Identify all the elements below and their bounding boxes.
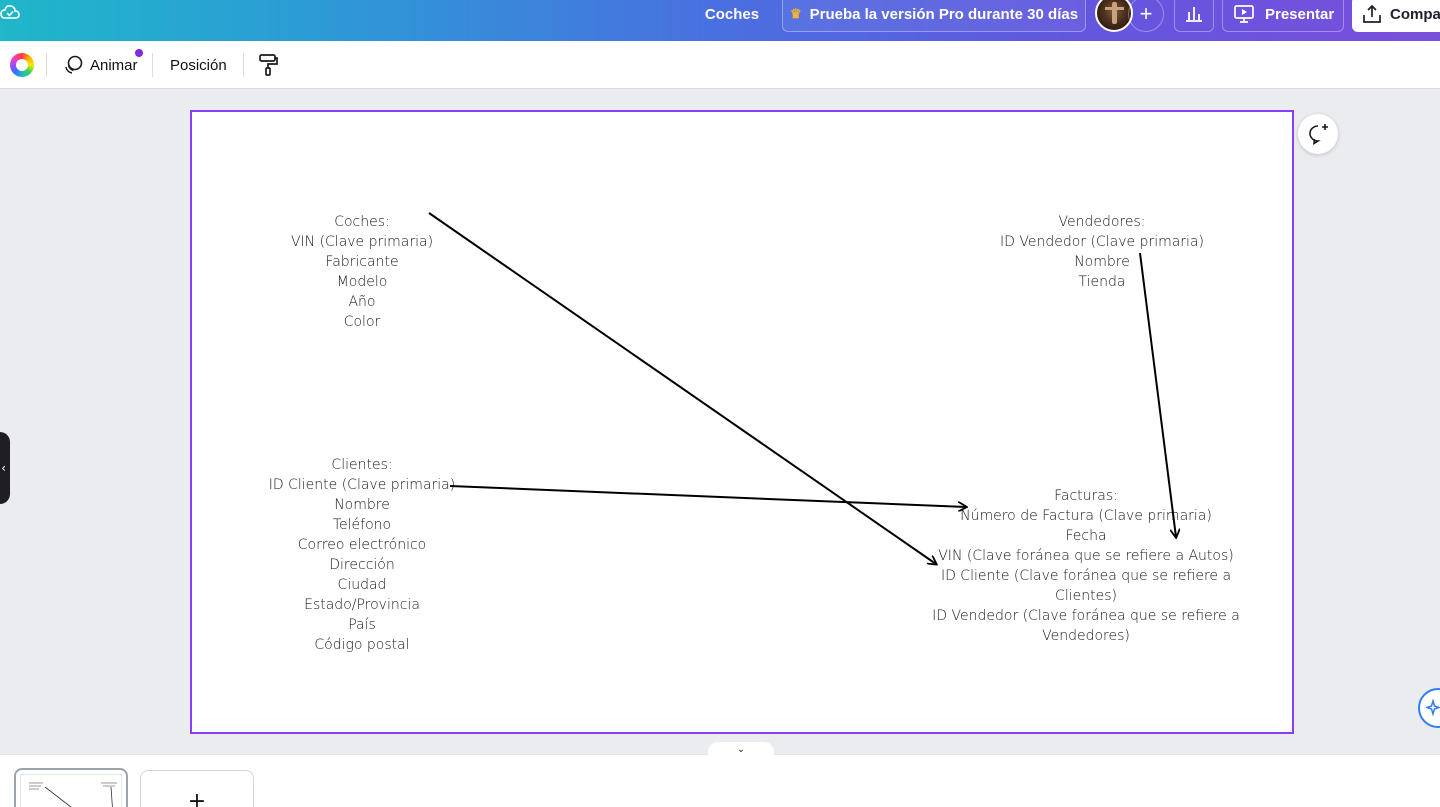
- entity-field: ID Vendedor (Clave foránea que se refier…: [932, 608, 1240, 624]
- add-page-button[interactable]: +: [140, 770, 254, 807]
- notification-dot: [135, 49, 143, 57]
- entity-field: Fabricante: [325, 254, 399, 270]
- coches-entity-text[interactable]: Coches: VIN (Clave primaria) Fabricante …: [260, 212, 464, 332]
- bar-chart-icon: [1186, 7, 1202, 22]
- entity-field: Tienda: [1078, 274, 1126, 290]
- chevron-down-icon: ⌄: [736, 743, 746, 755]
- divider: [243, 53, 244, 77]
- editor-toolbar: Animar Posición: [0, 41, 1440, 89]
- crown-icon: ♛: [789, 6, 802, 21]
- side-panel-handle[interactable]: ‹: [0, 432, 10, 504]
- color-picker-icon[interactable]: [10, 53, 34, 77]
- add-collaborator-button[interactable]: +: [1128, 0, 1164, 32]
- entity-field: VIN (Clave primaria): [290, 234, 434, 250]
- animate-button[interactable]: Animar: [58, 49, 142, 81]
- entity-field: Color: [343, 314, 381, 330]
- presentation-play-icon: [1234, 5, 1254, 23]
- entity-field: Año: [348, 294, 376, 310]
- entity-title: Coches:: [334, 214, 390, 230]
- entity-field: Vendedores): [1042, 628, 1130, 644]
- entity-title: Clientes:: [331, 457, 393, 473]
- present-label: Presentar: [1265, 5, 1335, 23]
- avatar-figure-bar: [1105, 7, 1124, 10]
- facturas-entity-text[interactable]: Facturas: Número de Factura (Clave prima…: [925, 486, 1247, 646]
- share-label: Compa: [1390, 5, 1440, 23]
- design-page[interactable]: Coches: VIN (Clave primaria) Fabricante …: [190, 110, 1294, 734]
- entity-field: VIN (Clave foránea que se refiere a Auto…: [938, 548, 1234, 564]
- entity-field: Nombre: [334, 497, 390, 513]
- cloud-check-icon[interactable]: [0, 2, 20, 24]
- entity-field: ID Cliente (Clave primaria): [268, 477, 456, 493]
- present-button[interactable]: Presentar: [1222, 0, 1344, 32]
- entity-field: Ciudad: [337, 577, 387, 593]
- entity-field: Correo electrónico: [297, 537, 427, 553]
- entity-field: Fecha: [1065, 528, 1107, 544]
- collapse-pages-button[interactable]: ⌄: [708, 742, 774, 756]
- animate-label: Animar: [90, 56, 138, 74]
- divider: [46, 53, 47, 77]
- top-header-bar: Coches ♛ Prueba la versión Pro durante 3…: [0, 0, 1440, 41]
- entity-field: Dirección: [329, 557, 395, 573]
- entity-title: Vendedores:: [1058, 214, 1146, 230]
- sparkle-icon: [1426, 699, 1440, 717]
- thumbnail-diagram: [29, 782, 117, 807]
- magic-assistant-button[interactable]: [1418, 688, 1440, 728]
- document-title[interactable]: Coches: [700, 1, 764, 27]
- try-pro-label: Prueba la versión Pro durante 30 días: [809, 5, 1079, 23]
- vendedores-entity-text[interactable]: Vendedores: ID Vendedor (Clave primaria)…: [982, 212, 1222, 292]
- page-thumbnail-preview: [20, 774, 122, 807]
- entity-field: Clientes): [1055, 588, 1117, 604]
- divider: [152, 53, 153, 77]
- entity-title: Facturas:: [1054, 488, 1118, 504]
- paint-roller-icon: [259, 54, 278, 76]
- add-comment-button[interactable]: [1298, 114, 1338, 154]
- avatar-figure: [1112, 2, 1117, 24]
- copy-style-button[interactable]: [254, 51, 282, 79]
- entity-field: ID Cliente (Clave foránea que se refiere…: [940, 568, 1232, 584]
- insights-button[interactable]: [1174, 0, 1214, 32]
- entity-field: Número de Factura (Clave primaria): [960, 508, 1212, 524]
- entity-field: Teléfono: [332, 517, 392, 533]
- entity-field: ID Vendedor (Clave primaria): [1000, 234, 1204, 250]
- add-comment-icon: [1309, 124, 1328, 145]
- entity-field: País: [348, 617, 376, 633]
- entity-field: Modelo: [336, 274, 388, 290]
- clientes-entity-text[interactable]: Clientes: ID Cliente (Clave primaria) No…: [254, 455, 470, 655]
- share-button[interactable]: Compa: [1352, 0, 1440, 32]
- try-pro-button[interactable]: ♛ Prueba la versión Pro durante 30 días: [782, 0, 1086, 32]
- page-thumbnail[interactable]: [14, 768, 128, 807]
- upload-icon: [1363, 4, 1381, 23]
- entity-field: Código postal: [314, 637, 410, 653]
- entity-field: Estado/Provincia: [304, 597, 420, 613]
- position-button[interactable]: Posición: [164, 49, 233, 81]
- animate-icon: [65, 55, 83, 74]
- chevron-left-icon: ‹: [1, 461, 6, 475]
- entity-field: Nombre: [1074, 254, 1130, 270]
